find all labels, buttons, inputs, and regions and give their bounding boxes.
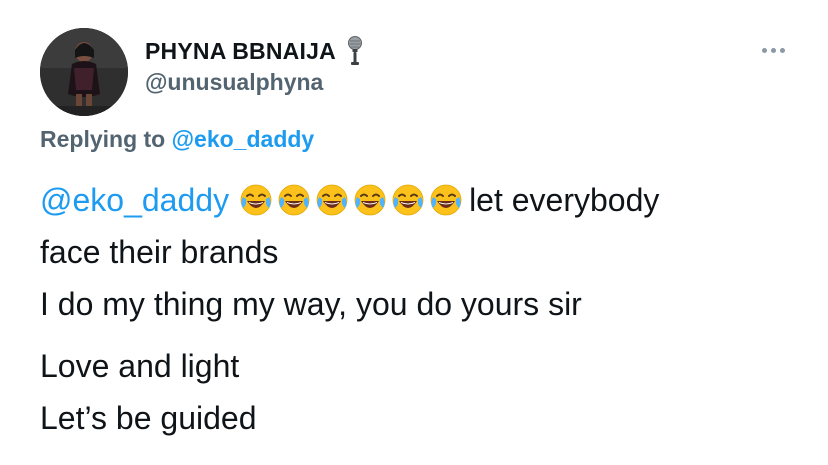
tweet-line-1-text: let everybody — [469, 182, 660, 218]
tweet-card: PHYNA BBNAIJA @unusualphyna Replying to … — [0, 0, 828, 465]
author-name-row: PHYNA BBNAIJA — [145, 36, 364, 66]
more-dot — [779, 47, 785, 53]
replying-to: Replying to @eko_daddy — [40, 126, 314, 153]
microphone-icon — [346, 36, 364, 66]
tweet-line-5: Let’s be guided — [40, 400, 257, 436]
tweet-mention-link[interactable]: @eko_daddy — [40, 182, 229, 218]
author-display-name[interactable]: PHYNA BBNAIJA — [145, 38, 336, 65]
more-dot — [761, 47, 767, 53]
author-handle[interactable]: @unusualphyna — [145, 69, 323, 96]
tweet-body: @eko_daddy let everybody face their brand… — [40, 174, 810, 444]
face-with-tears-of-joy-icon — [277, 183, 311, 217]
tweet-line-3: I do my thing my way, you do yours sir — [40, 286, 582, 322]
emoji-row — [239, 183, 463, 217]
face-with-tears-of-joy-icon — [429, 183, 463, 217]
more-horizontal-icon[interactable] — [755, 42, 791, 58]
avatar[interactable] — [40, 28, 128, 116]
tweet-line-2: face their brands — [40, 234, 279, 270]
more-dot — [770, 47, 776, 53]
face-with-tears-of-joy-icon — [353, 183, 387, 217]
face-with-tears-of-joy-icon — [239, 183, 273, 217]
profile-photo-icon — [40, 28, 128, 116]
replying-prefix: Replying to — [40, 126, 166, 152]
tweet-line-4: Love and light — [40, 348, 240, 384]
face-with-tears-of-joy-icon — [315, 183, 349, 217]
replying-mention-link[interactable]: @eko_daddy — [172, 126, 315, 152]
tweet-line-1: @eko_daddy let everybody — [40, 174, 810, 226]
face-with-tears-of-joy-icon — [391, 183, 425, 217]
